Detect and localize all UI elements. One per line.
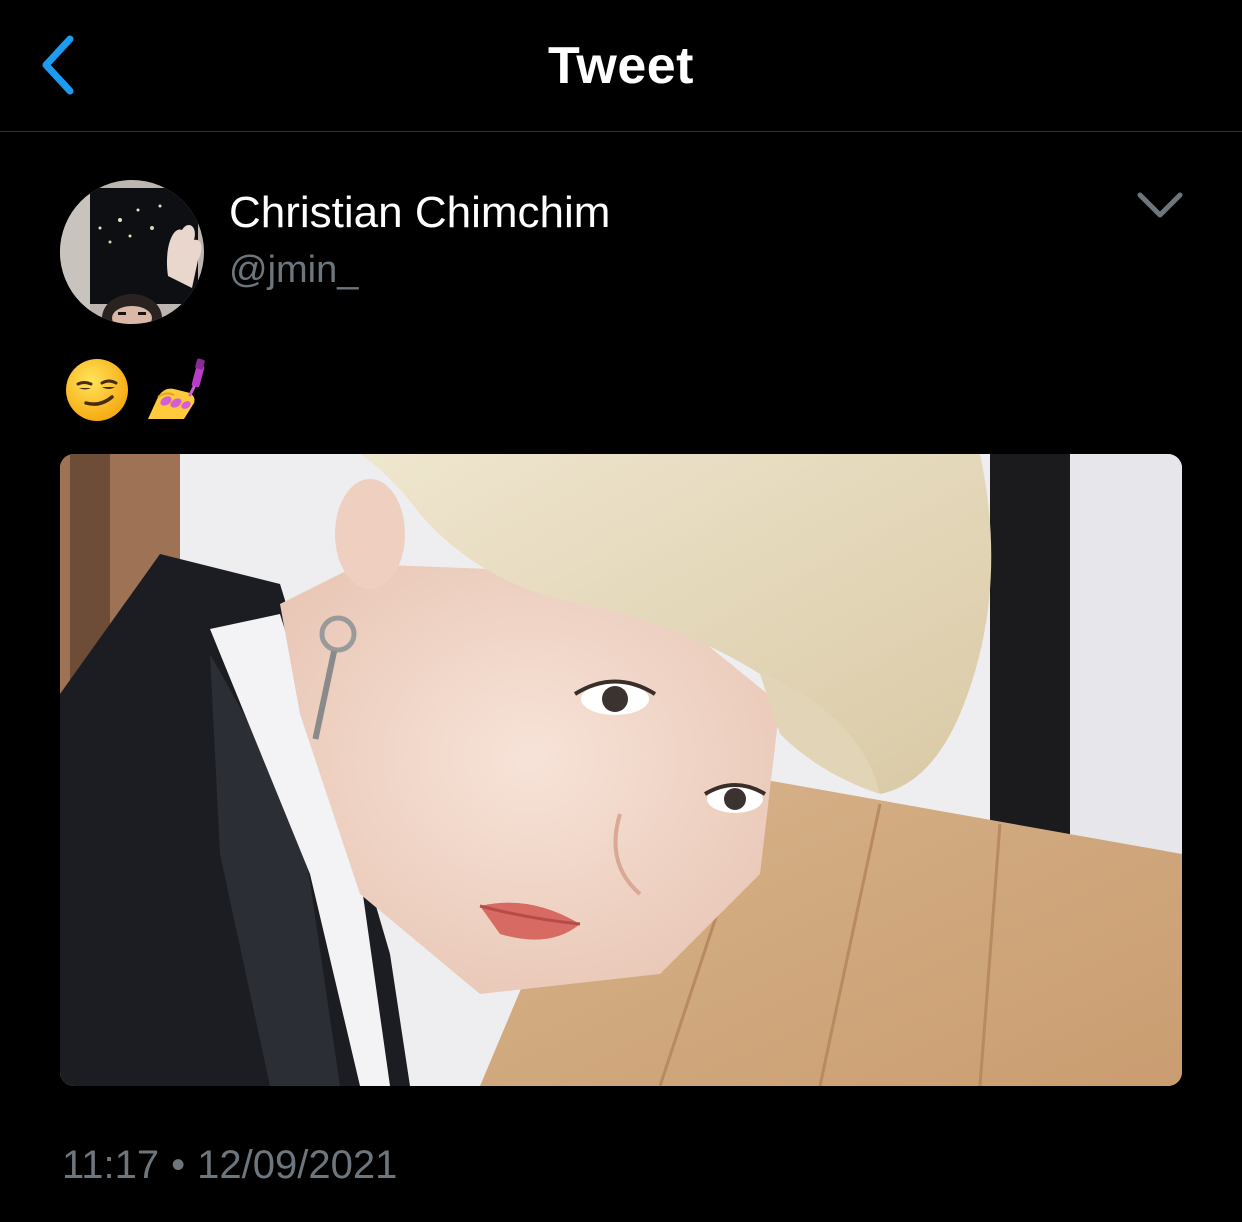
author-handle[interactable]: @jmin_ xyxy=(229,246,358,294)
timestamp-separator: • xyxy=(171,1143,186,1187)
avatar[interactable] xyxy=(60,180,204,324)
tweet-text xyxy=(64,352,210,428)
smirking-face-emoji xyxy=(66,359,128,421)
more-options-button[interactable] xyxy=(1130,180,1190,230)
page-title: Tweet xyxy=(547,37,694,95)
photo xyxy=(60,454,1182,1086)
nail-polish-emoji xyxy=(148,358,205,419)
top-nav-bar: Tweet xyxy=(0,0,1242,132)
chevron-down-icon xyxy=(1137,192,1183,218)
tweet-timestamp: 11:17 • 12/09/2021 xyxy=(62,1140,397,1190)
author-display-name[interactable]: Christian Chimchim xyxy=(229,186,610,240)
avatar-image xyxy=(60,180,204,324)
tweet-media-image[interactable] xyxy=(60,454,1182,1086)
tweet-time: 11:17 xyxy=(62,1143,160,1187)
tweet-date: 12/09/2021 xyxy=(197,1143,398,1187)
